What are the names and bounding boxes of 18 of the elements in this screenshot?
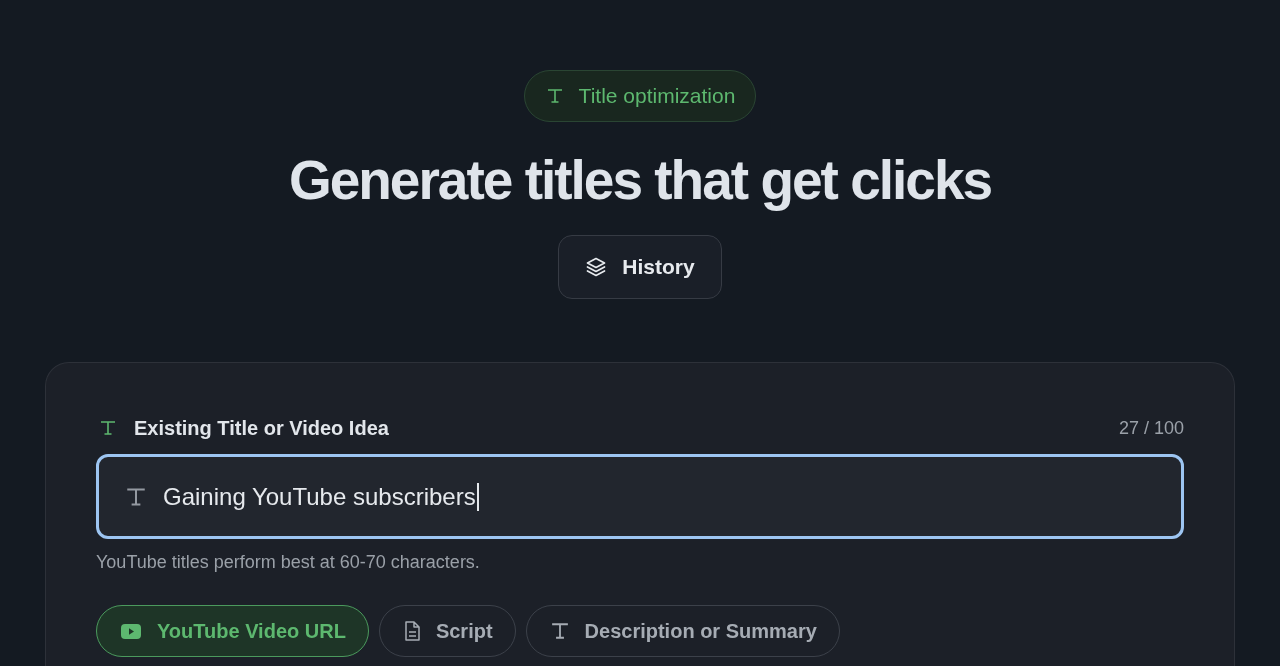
document-icon: [403, 621, 420, 641]
history-button[interactable]: History: [558, 235, 722, 299]
layers-icon: [586, 257, 607, 277]
text-icon: [550, 623, 569, 639]
text-cursor-icon: [476, 482, 479, 511]
page-heading: Generate titles that get clicks: [288, 148, 992, 212]
source-option-tab[interactable]: Description or Summary: [525, 605, 840, 657]
text-icon: [546, 89, 563, 103]
field-hint: YouTube titles perform best at 60-70 characters.: [96, 551, 481, 573]
source-option-tab[interactable]: Script: [378, 605, 516, 657]
play-button-icon: [121, 623, 141, 639]
character-counter: 27 / 100: [1118, 417, 1184, 439]
badge-label: Title optimization: [578, 84, 736, 108]
source-option-tab[interactable]: YouTube Video URL: [96, 605, 369, 657]
title-input-field[interactable]: Gaining YouTube subscribers: [96, 454, 1184, 539]
text-icon: [126, 487, 146, 506]
text-icon: [100, 421, 116, 435]
field-label: Existing Title or Video Idea: [134, 416, 389, 440]
